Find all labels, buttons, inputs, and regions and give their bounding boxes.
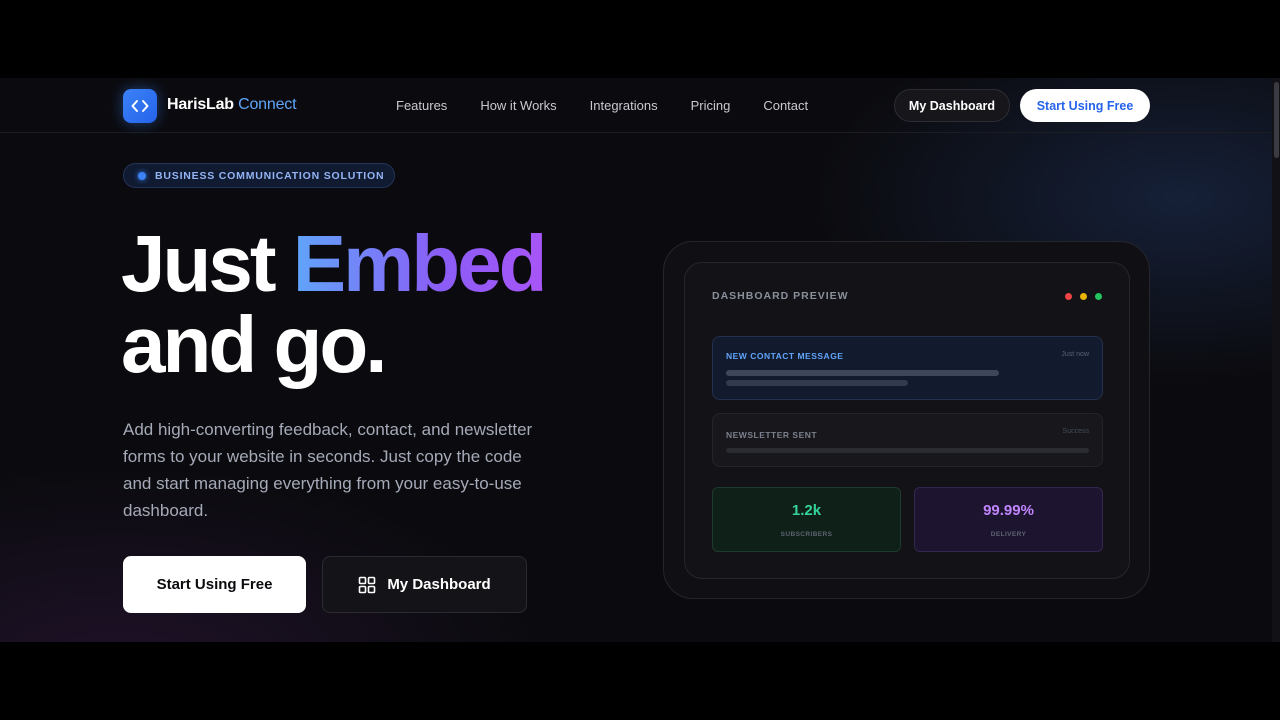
nav-links: Features How it Works Integrations Prici…: [396, 98, 841, 113]
nav-dashboard-button[interactable]: My Dashboard: [894, 89, 1010, 122]
hero-description: Add high-converting feedback, contact, a…: [123, 420, 533, 520]
yellow-dot-icon: [1080, 293, 1087, 300]
brand-name-part2: Connect: [238, 96, 297, 113]
stat-delivery-label: DELIVERY: [990, 531, 1027, 538]
placeholder-line: [726, 448, 1089, 453]
placeholder-line: [726, 370, 999, 376]
newsletter-title: NEWSLETTER SENT: [726, 430, 818, 440]
navbar: HarisLab Connect Features How it Works I…: [0, 78, 1272, 133]
hero-dashboard-button[interactable]: My Dashboard: [322, 556, 527, 613]
logo-icon[interactable]: [123, 89, 157, 123]
nav-link-pricing[interactable]: Pricing: [691, 98, 731, 113]
badge-text: BUSINESS COMMUNICATION SOLUTION: [155, 169, 385, 182]
stat-subscribers-label: SUBSCRIBERS: [780, 531, 833, 538]
green-dot-icon: [1095, 293, 1102, 300]
scrollbar-thumb[interactable]: [1274, 82, 1279, 158]
headline-part1: Just: [121, 219, 276, 308]
brand-name-part1: HarisLab: [167, 96, 234, 113]
headline-line2: and go.: [121, 300, 387, 389]
placeholder-line: [726, 380, 908, 386]
page-frame: HarisLab Connect Features How it Works I…: [0, 78, 1280, 642]
dashboard-preview-card: DASHBOARD PREVIEW NEW CONTACT MESSAGE Ju…: [663, 241, 1150, 599]
page-scrollbar[interactable]: [1272, 78, 1280, 642]
newsletter-card: NEWSLETTER SENT Success: [712, 413, 1103, 467]
newsletter-status: Success: [1062, 428, 1089, 435]
contact-message-time: Just now: [1061, 351, 1089, 358]
contact-message-card: NEW CONTACT MESSAGE Just now: [712, 336, 1103, 400]
preview-title: DASHBOARD PREVIEW: [712, 290, 849, 302]
stat-subscribers-value: 1.2k: [791, 502, 822, 519]
hero-dashboard-label: My Dashboard: [387, 576, 491, 593]
nav-start-button[interactable]: Start Using Free: [1020, 89, 1150, 122]
window-dots: [1065, 293, 1102, 300]
hero-start-button[interactable]: Start Using Free: [123, 556, 306, 613]
hero-badge: BUSINESS COMMUNICATION SOLUTION: [123, 163, 395, 188]
nav-link-integrations[interactable]: Integrations: [590, 98, 658, 113]
code-brackets-icon: [131, 100, 149, 112]
nav-link-features[interactable]: Features: [396, 98, 447, 113]
contact-message-title: NEW CONTACT MESSAGE: [726, 351, 844, 361]
red-dot-icon: [1065, 293, 1072, 300]
grid-icon: [359, 576, 376, 593]
stat-subscribers: 1.2k SUBSCRIBERS: [712, 487, 901, 552]
headline-line1: Just Embed: [121, 223, 547, 305]
nav-link-contact[interactable]: Contact: [763, 98, 808, 113]
nav-link-how-it-works[interactable]: How it Works: [480, 98, 556, 113]
dashboard-preview-inner: DASHBOARD PREVIEW NEW CONTACT MESSAGE Ju…: [684, 262, 1130, 579]
brand-name[interactable]: HarisLab Connect: [167, 96, 297, 114]
headline-highlight: Embed: [292, 219, 548, 308]
stat-delivery-value: 99.99%: [983, 502, 1034, 519]
badge-dot-icon: [138, 171, 146, 180]
stat-delivery: 99.99% DELIVERY: [914, 487, 1103, 552]
